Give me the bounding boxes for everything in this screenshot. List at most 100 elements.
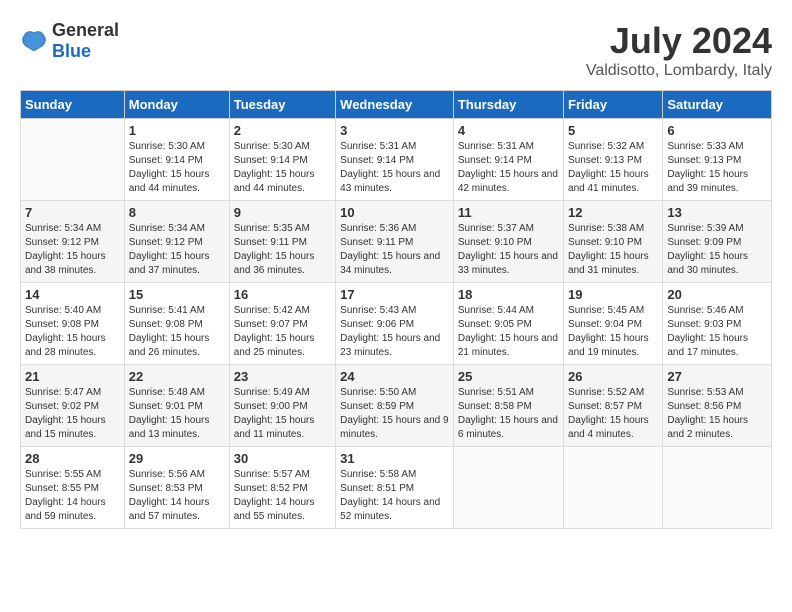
daylight-text: Daylight: 15 hours and 26 minutes. xyxy=(129,333,210,358)
sunrise-text: Sunrise: 5:49 AM xyxy=(234,387,310,398)
calendar-cell xyxy=(663,447,772,529)
sunrise-text: Sunrise: 5:51 AM xyxy=(458,387,534,398)
daylight-text: Daylight: 14 hours and 59 minutes. xyxy=(25,497,106,522)
calendar-cell: 7 Sunrise: 5:34 AM Sunset: 9:12 PM Dayli… xyxy=(21,201,125,283)
calendar-cell: 2 Sunrise: 5:30 AM Sunset: 9:14 PM Dayli… xyxy=(229,119,335,201)
cell-info: Sunrise: 5:33 AM Sunset: 9:13 PM Dayligh… xyxy=(667,140,767,196)
sunset-text: Sunset: 9:13 PM xyxy=(667,155,741,166)
daylight-text: Daylight: 15 hours and 11 minutes. xyxy=(234,415,315,440)
cell-info: Sunrise: 5:38 AM Sunset: 9:10 PM Dayligh… xyxy=(568,222,658,278)
col-header-monday: Monday xyxy=(124,91,229,119)
calendar-cell: 27 Sunrise: 5:53 AM Sunset: 8:56 PM Dayl… xyxy=(663,365,772,447)
logo-icon xyxy=(20,27,48,55)
date-number: 19 xyxy=(568,287,658,302)
cell-info: Sunrise: 5:34 AM Sunset: 9:12 PM Dayligh… xyxy=(25,222,120,278)
daylight-text: Daylight: 15 hours and 17 minutes. xyxy=(667,333,748,358)
sunrise-text: Sunrise: 5:34 AM xyxy=(25,223,101,234)
calendar-cell: 12 Sunrise: 5:38 AM Sunset: 9:10 PM Dayl… xyxy=(564,201,663,283)
cell-info: Sunrise: 5:30 AM Sunset: 9:14 PM Dayligh… xyxy=(129,140,225,196)
col-header-saturday: Saturday xyxy=(663,91,772,119)
sunset-text: Sunset: 9:07 PM xyxy=(234,319,308,330)
daylight-text: Daylight: 15 hours and 38 minutes. xyxy=(25,251,106,276)
daylight-text: Daylight: 15 hours and 15 minutes. xyxy=(25,415,106,440)
calendar-cell: 20 Sunrise: 5:46 AM Sunset: 9:03 PM Dayl… xyxy=(663,283,772,365)
sunset-text: Sunset: 9:14 PM xyxy=(458,155,532,166)
calendar-cell: 4 Sunrise: 5:31 AM Sunset: 9:14 PM Dayli… xyxy=(453,119,563,201)
sunset-text: Sunset: 9:13 PM xyxy=(568,155,642,166)
sunset-text: Sunset: 9:09 PM xyxy=(667,237,741,248)
week-row-2: 7 Sunrise: 5:34 AM Sunset: 9:12 PM Dayli… xyxy=(21,201,772,283)
sunset-text: Sunset: 8:55 PM xyxy=(25,483,99,494)
calendar-cell: 17 Sunrise: 5:43 AM Sunset: 9:06 PM Dayl… xyxy=(336,283,454,365)
calendar-cell: 26 Sunrise: 5:52 AM Sunset: 8:57 PM Dayl… xyxy=(564,365,663,447)
calendar-cell: 8 Sunrise: 5:34 AM Sunset: 9:12 PM Dayli… xyxy=(124,201,229,283)
calendar-cell: 5 Sunrise: 5:32 AM Sunset: 9:13 PM Dayli… xyxy=(564,119,663,201)
daylight-text: Daylight: 15 hours and 43 minutes. xyxy=(340,169,440,194)
date-number: 30 xyxy=(234,451,331,466)
calendar-cell: 29 Sunrise: 5:56 AM Sunset: 8:53 PM Dayl… xyxy=(124,447,229,529)
cell-info: Sunrise: 5:49 AM Sunset: 9:00 PM Dayligh… xyxy=(234,386,331,442)
daylight-text: Daylight: 15 hours and 30 minutes. xyxy=(667,251,748,276)
sunrise-text: Sunrise: 5:43 AM xyxy=(340,305,416,316)
col-header-friday: Friday xyxy=(564,91,663,119)
cell-info: Sunrise: 5:47 AM Sunset: 9:02 PM Dayligh… xyxy=(25,386,120,442)
sunset-text: Sunset: 9:08 PM xyxy=(129,319,203,330)
cell-info: Sunrise: 5:44 AM Sunset: 9:05 PM Dayligh… xyxy=(458,304,559,360)
date-number: 15 xyxy=(129,287,225,302)
daylight-text: Daylight: 14 hours and 57 minutes. xyxy=(129,497,210,522)
cell-info: Sunrise: 5:34 AM Sunset: 9:12 PM Dayligh… xyxy=(129,222,225,278)
sunset-text: Sunset: 8:56 PM xyxy=(667,401,741,412)
cell-info: Sunrise: 5:41 AM Sunset: 9:08 PM Dayligh… xyxy=(129,304,225,360)
sunrise-text: Sunrise: 5:37 AM xyxy=(458,223,534,234)
sunrise-text: Sunrise: 5:39 AM xyxy=(667,223,743,234)
daylight-text: Daylight: 15 hours and 2 minutes. xyxy=(667,415,748,440)
date-number: 11 xyxy=(458,205,559,220)
sunset-text: Sunset: 9:04 PM xyxy=(568,319,642,330)
sunrise-text: Sunrise: 5:40 AM xyxy=(25,305,101,316)
cell-info: Sunrise: 5:58 AM Sunset: 8:51 PM Dayligh… xyxy=(340,468,449,524)
col-header-tuesday: Tuesday xyxy=(229,91,335,119)
calendar-cell: 1 Sunrise: 5:30 AM Sunset: 9:14 PM Dayli… xyxy=(124,119,229,201)
date-number: 29 xyxy=(129,451,225,466)
date-number: 6 xyxy=(667,123,767,138)
sunset-text: Sunset: 9:03 PM xyxy=(667,319,741,330)
daylight-text: Daylight: 15 hours and 25 minutes. xyxy=(234,333,315,358)
sunset-text: Sunset: 9:11 PM xyxy=(234,237,307,248)
sunrise-text: Sunrise: 5:30 AM xyxy=(234,141,310,152)
daylight-text: Daylight: 14 hours and 55 minutes. xyxy=(234,497,315,522)
calendar-cell xyxy=(21,119,125,201)
cell-info: Sunrise: 5:39 AM Sunset: 9:09 PM Dayligh… xyxy=(667,222,767,278)
sunrise-text: Sunrise: 5:57 AM xyxy=(234,469,310,480)
sunset-text: Sunset: 8:59 PM xyxy=(340,401,414,412)
date-number: 13 xyxy=(667,205,767,220)
week-row-1: 1 Sunrise: 5:30 AM Sunset: 9:14 PM Dayli… xyxy=(21,119,772,201)
daylight-text: Daylight: 15 hours and 36 minutes. xyxy=(234,251,315,276)
date-number: 27 xyxy=(667,369,767,384)
sunrise-text: Sunrise: 5:41 AM xyxy=(129,305,205,316)
date-number: 31 xyxy=(340,451,449,466)
calendar-cell: 30 Sunrise: 5:57 AM Sunset: 8:52 PM Dayl… xyxy=(229,447,335,529)
cell-info: Sunrise: 5:32 AM Sunset: 9:13 PM Dayligh… xyxy=(568,140,658,196)
sunrise-text: Sunrise: 5:56 AM xyxy=(129,469,205,480)
header-row: SundayMondayTuesdayWednesdayThursdayFrid… xyxy=(21,91,772,119)
cell-info: Sunrise: 5:37 AM Sunset: 9:10 PM Dayligh… xyxy=(458,222,559,278)
cell-info: Sunrise: 5:40 AM Sunset: 9:08 PM Dayligh… xyxy=(25,304,120,360)
daylight-text: Daylight: 15 hours and 19 minutes. xyxy=(568,333,649,358)
date-number: 24 xyxy=(340,369,449,384)
daylight-text: Daylight: 15 hours and 41 minutes. xyxy=(568,169,649,194)
col-header-wednesday: Wednesday xyxy=(336,91,454,119)
calendar-cell: 28 Sunrise: 5:55 AM Sunset: 8:55 PM Dayl… xyxy=(21,447,125,529)
calendar-cell: 18 Sunrise: 5:44 AM Sunset: 9:05 PM Dayl… xyxy=(453,283,563,365)
subtitle: Valdisotto, Lombardy, Italy xyxy=(586,62,772,80)
cell-info: Sunrise: 5:48 AM Sunset: 9:01 PM Dayligh… xyxy=(129,386,225,442)
calendar-cell: 14 Sunrise: 5:40 AM Sunset: 9:08 PM Dayl… xyxy=(21,283,125,365)
daylight-text: Daylight: 15 hours and 44 minutes. xyxy=(234,169,315,194)
date-number: 9 xyxy=(234,205,331,220)
daylight-text: Daylight: 15 hours and 9 minutes. xyxy=(340,415,448,440)
sunset-text: Sunset: 9:02 PM xyxy=(25,401,99,412)
sunset-text: Sunset: 9:05 PM xyxy=(458,319,532,330)
sunrise-text: Sunrise: 5:30 AM xyxy=(129,141,205,152)
daylight-text: Daylight: 15 hours and 28 minutes. xyxy=(25,333,106,358)
page-header: General Blue July 2024 Valdisotto, Lomba… xyxy=(20,20,772,80)
title-area: July 2024 Valdisotto, Lombardy, Italy xyxy=(586,20,772,80)
